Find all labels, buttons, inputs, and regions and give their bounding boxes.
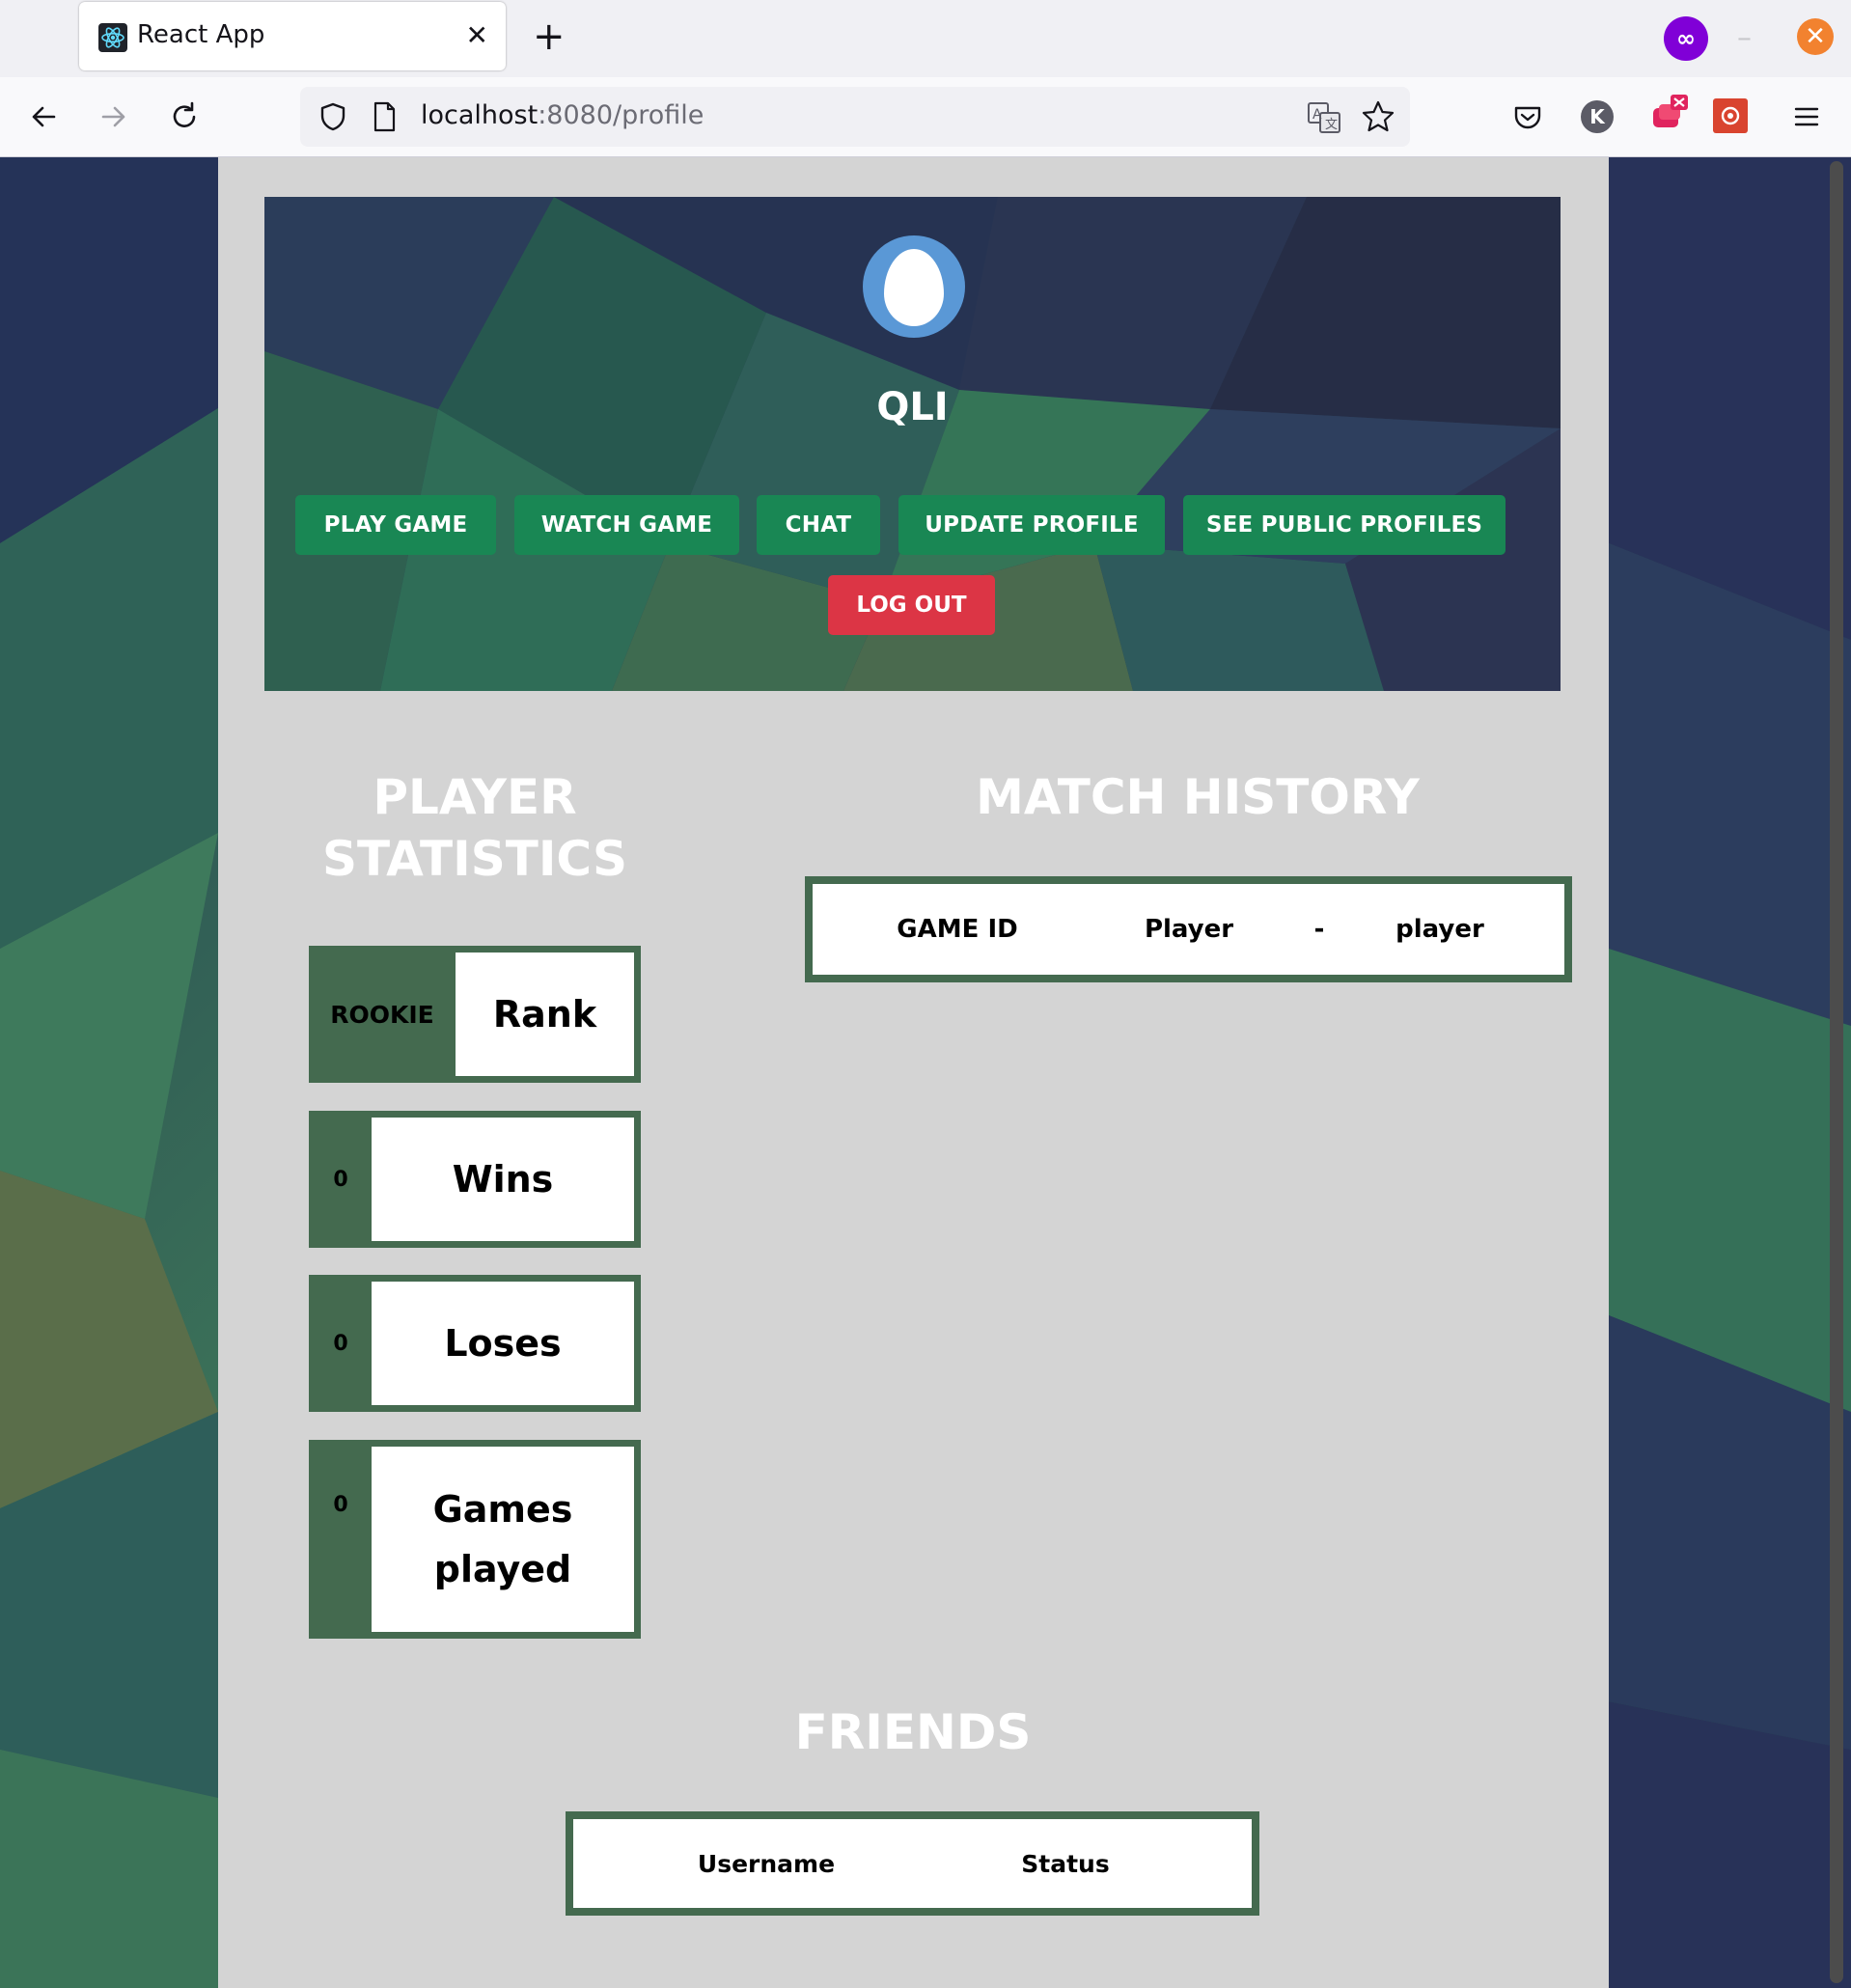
default-avatar-egg-icon [884,249,944,326]
player-statistics-title-line1: PLAYER [373,769,577,825]
see-public-profiles-button[interactable]: SEE PUBLIC PROFILES [1183,495,1506,555]
match-history-title: MATCH HISTORY [976,769,1420,825]
stat-wins: 0 Wins [309,1111,641,1248]
stat-games-played: 0 Games played [309,1440,641,1639]
profile-username: QLI [876,385,949,429]
forward-arrow-icon[interactable] [96,98,132,135]
stat-wins-label: Wins [372,1118,634,1241]
translate-icon[interactable]: A 文 [1306,99,1342,136]
back-arrow-icon[interactable] [25,98,62,135]
match-history-table: GAME ID Player - player [805,876,1572,982]
close-tab-icon[interactable]: ✕ [466,19,488,52]
stat-games-label: Games played [372,1447,634,1632]
shield-icon[interactable] [316,99,350,134]
extension-icon[interactable] [1647,93,1690,135]
profile-actions: PLAY GAME WATCH GAME CHAT UPDATE PROFILE… [295,495,1540,557]
profile-header: QLI PLAY GAME WATCH GAME CHAT UPDATE PRO… [264,197,1561,691]
stat-games-label-line2: played [433,1548,572,1590]
avatar [863,235,965,338]
match-header-opponent: player [1395,915,1484,944]
friends-header-status: Status [1021,1849,1110,1878]
url-bar[interactable]: localhost:8080/profile A 文 [300,87,1410,147]
private-browsing-icon[interactable]: ∞ [1664,16,1708,61]
friends-title: FRIENDS [794,1704,1032,1760]
stat-wins-value: 0 [333,1167,348,1192]
browser-tab-strip: React App ✕ + ∞ – ✕ [0,0,1851,77]
chat-button[interactable]: CHAT [757,495,880,555]
menu-icon[interactable] [1788,98,1825,135]
match-header-player: Player [1144,915,1234,944]
page-scrollbar[interactable] [1830,161,1843,1983]
stat-loses-label: Loses [372,1282,634,1405]
update-profile-button[interactable]: UPDATE PROFILE [898,495,1165,555]
new-tab-icon[interactable]: + [533,15,566,58]
account-avatar[interactable]: K [1581,100,1614,133]
stat-loses-value: 0 [333,1331,348,1356]
player-statistics-title-line2: STATISTICS [321,831,628,887]
close-window-icon[interactable]: ✕ [1797,18,1834,55]
match-header-separator: - [1313,915,1325,944]
friends-table: Username Status [566,1811,1259,1916]
bookmark-star-icon[interactable] [1360,98,1396,135]
page-viewport: QLI PLAY GAME WATCH GAME CHAT UPDATE PRO… [0,157,1851,1988]
stat-rank-label: Rank [456,953,634,1076]
profile-page: QLI PLAY GAME WATCH GAME CHAT UPDATE PRO… [218,157,1609,1988]
stat-loses: 0 Loses [309,1275,641,1412]
url-text[interactable]: localhost:8080/profile [421,100,704,130]
log-out-button[interactable]: LOG OUT [828,575,995,635]
browser-tab[interactable]: React App ✕ [79,2,506,70]
stat-rank-value: ROOKIE [330,1000,434,1029]
svg-text:文: 文 [1325,118,1338,132]
page-icon [373,101,396,132]
stat-games-value: 0 [333,1493,348,1517]
pocket-icon[interactable] [1509,98,1546,135]
browser-navbar: localhost:8080/profile A 文 K [0,77,1851,157]
friends-header-username: Username [697,1849,836,1878]
extension-badge-icon[interactable] [1711,97,1750,135]
minimize-icon[interactable]: – [1737,21,1752,55]
stat-rank: ROOKIE Rank [309,946,641,1083]
play-game-button[interactable]: PLAY GAME [295,495,496,555]
watch-game-button[interactable]: WATCH GAME [514,495,739,555]
stat-games-label-line1: Games [432,1488,573,1531]
tab-title: React App [137,20,265,49]
url-path: :8080/profile [538,100,704,130]
svg-text:A: A [1312,107,1322,123]
reload-icon[interactable] [166,98,203,135]
player-statistics-title: PLAYER STATISTICS [272,766,677,890]
match-header-game-id: GAME ID [897,915,1018,944]
react-logo-icon [98,23,127,52]
url-host: localhost [421,100,539,130]
